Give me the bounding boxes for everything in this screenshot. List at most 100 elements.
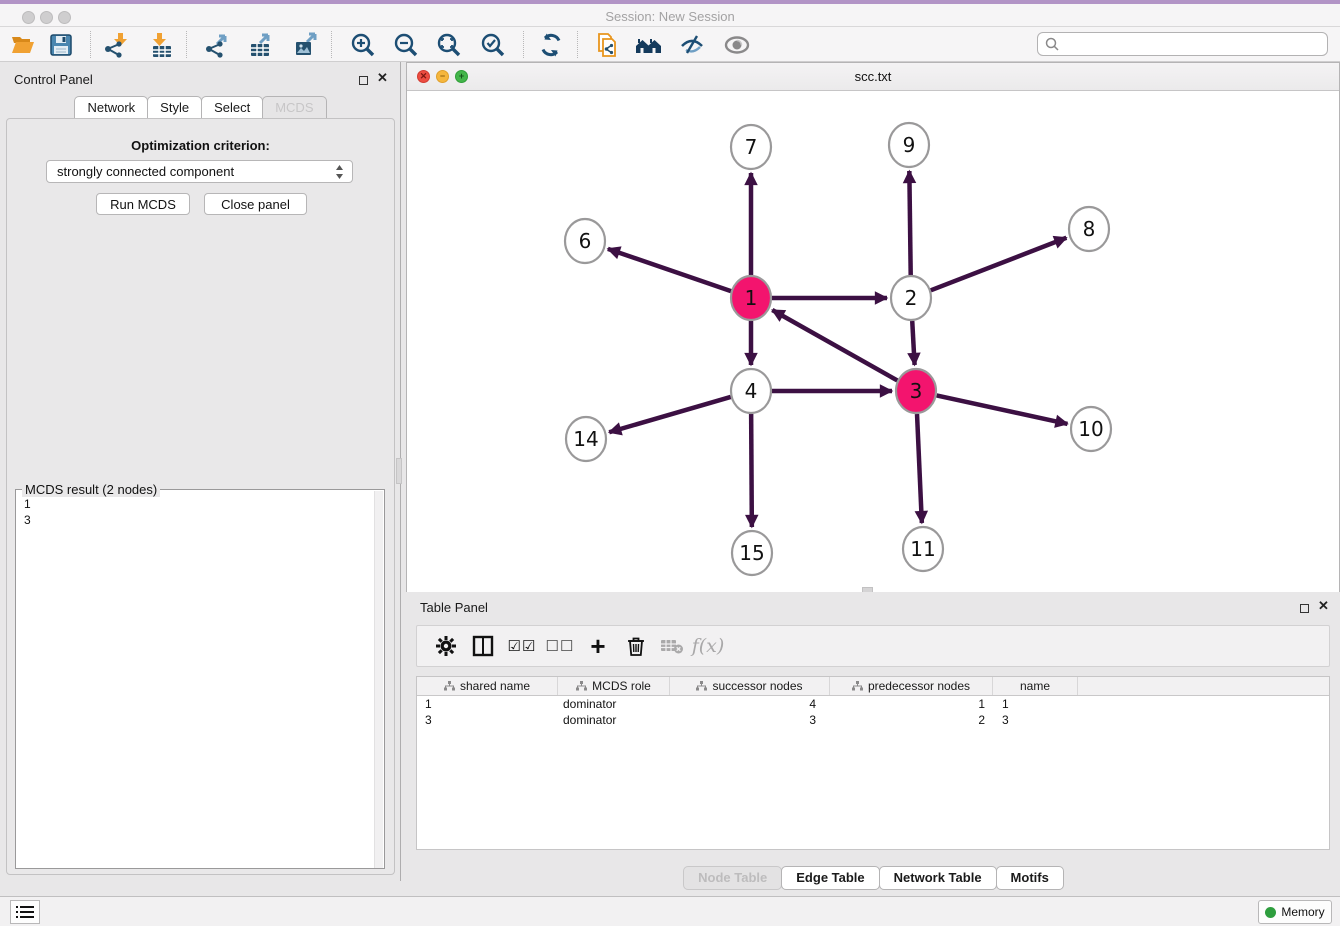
float-table-panel-icon[interactable] (1300, 600, 1309, 618)
window-titlebar: Session: New Session (0, 0, 1340, 27)
panel-resize-grip[interactable] (396, 458, 402, 484)
node-table: shared name MCDS role successor nodes pr… (416, 676, 1330, 850)
graph-edge-1-6[interactable] (608, 249, 731, 291)
clone-network-icon[interactable] (591, 30, 621, 59)
export-table-icon[interactable] (246, 30, 276, 59)
graph-node-6[interactable]: 6 (565, 219, 605, 263)
graph-node-15[interactable]: 15 (732, 531, 772, 575)
toolbar-separator (523, 31, 524, 58)
cell-mcds-role: dominator (558, 696, 670, 712)
close-table-panel-icon[interactable]: ✕ (1318, 598, 1329, 614)
graph-edge-2-9[interactable] (909, 171, 910, 275)
graph-edge-2-8[interactable] (931, 238, 1067, 291)
table-row[interactable]: 1 dominator 4 1 1 (417, 696, 1329, 712)
column-header-name[interactable]: name (993, 677, 1078, 695)
search-input[interactable] (1060, 37, 1327, 51)
column-header-shared-name[interactable]: shared name (417, 677, 558, 695)
zoom-fit-icon[interactable] (434, 30, 464, 59)
column-layout-icon[interactable] (466, 626, 500, 666)
zoom-selected-icon[interactable] (478, 30, 508, 59)
table-row[interactable]: 3 dominator 3 2 3 (417, 712, 1329, 728)
graph-edge-3-11[interactable] (917, 414, 922, 523)
graph-node-10[interactable]: 10 (1071, 407, 1111, 451)
table-panel: Table Panel ✕ ☑☑ ☐☐ + f(x) shared name M (406, 592, 1340, 896)
graph-edge-3-1[interactable] (772, 310, 897, 380)
column-header-predecessor-nodes[interactable]: predecessor nodes (830, 677, 993, 695)
svg-text:4: 4 (745, 379, 758, 403)
graph-node-2[interactable]: 2 (891, 276, 931, 320)
control-panel: Control Panel ✕ Network Style Select MCD… (0, 62, 401, 881)
graph-node-7[interactable]: 7 (731, 125, 771, 169)
delete-table-icon[interactable] (655, 626, 689, 666)
scrollbar[interactable] (374, 491, 383, 868)
refresh-icon[interactable] (536, 30, 566, 59)
memory-button[interactable]: Memory (1258, 900, 1332, 924)
add-column-icon[interactable]: + (581, 626, 615, 666)
toolbar-separator (331, 31, 332, 58)
tab-motifs[interactable]: Motifs (996, 866, 1064, 890)
memory-label: Memory (1281, 905, 1324, 919)
svg-text:8: 8 (1083, 217, 1096, 241)
close-panel-button[interactable]: Close panel (204, 193, 307, 215)
graph-edge-2-3[interactable] (912, 321, 914, 365)
graph-node-11[interactable]: 11 (903, 527, 943, 571)
svg-text:15: 15 (739, 541, 764, 565)
list-icon (16, 905, 34, 919)
run-mcds-button[interactable]: Run MCDS (96, 193, 190, 215)
cell-successor-nodes: 4 (670, 696, 830, 712)
graph-node-14[interactable]: 14 (566, 417, 606, 461)
close-panel-icon[interactable]: ✕ (377, 70, 388, 86)
zoom-out-icon[interactable] (391, 30, 421, 59)
network-canvas[interactable]: 7 9 6 8 1 2 4 3 14 10 15 11 (407, 91, 1339, 592)
delete-icon[interactable] (619, 626, 653, 666)
cell-name: 1 (993, 696, 1078, 712)
cell-successor-nodes: 3 (670, 712, 830, 728)
home-icon[interactable] (634, 30, 664, 59)
graph-node-9[interactable]: 9 (889, 123, 929, 167)
column-header-successor-nodes[interactable]: successor nodes (670, 677, 830, 695)
show-panel-icon[interactable] (722, 30, 752, 59)
graph-node-1[interactable]: 1 (731, 276, 771, 320)
svg-text:14: 14 (573, 427, 598, 451)
graph-edge-4-14[interactable] (609, 397, 731, 432)
optimization-criterion-dropdown[interactable]: strongly connected component (46, 160, 353, 183)
chevron-up-down-icon (335, 164, 344, 183)
mcds-result-text[interactable]: 13 (24, 496, 31, 528)
graph-node-4[interactable]: 4 (731, 369, 771, 413)
float-panel-icon[interactable] (359, 72, 368, 90)
toolbar-separator (90, 31, 91, 58)
graph-edge-3-10[interactable] (937, 395, 1068, 423)
export-network-icon[interactable] (202, 30, 232, 59)
save-session-icon[interactable] (46, 30, 76, 59)
network-view-title: scc.txt (407, 69, 1339, 84)
cell-predecessor-nodes: 2 (830, 712, 993, 728)
tab-edge-table[interactable]: Edge Table (781, 866, 879, 890)
import-table-icon[interactable] (146, 30, 176, 59)
export-image-icon[interactable] (291, 30, 321, 59)
column-header-mcds-role[interactable]: MCDS role (558, 677, 670, 695)
tab-mcds[interactable]: MCDS (262, 96, 326, 119)
deselect-all-icon[interactable]: ☐☐ (543, 626, 577, 666)
graph-node-3[interactable]: 3 (896, 369, 936, 413)
tab-style[interactable]: Style (147, 96, 202, 119)
graph-edge-4-15[interactable] (751, 414, 752, 527)
tab-select[interactable]: Select (201, 96, 263, 119)
function-builder-icon[interactable]: f(x) (691, 626, 725, 666)
open-session-icon[interactable] (8, 30, 38, 59)
zoom-in-icon[interactable] (348, 30, 378, 59)
select-all-icon[interactable]: ☑☑ (505, 626, 539, 666)
task-history-button[interactable] (10, 900, 40, 924)
import-network-icon[interactable] (101, 30, 131, 59)
graph-node-8[interactable]: 8 (1069, 207, 1109, 251)
settings-gear-icon[interactable] (429, 626, 463, 666)
cell-name: 3 (993, 712, 1078, 728)
svg-text:11: 11 (910, 537, 935, 561)
cell-shared-name: 1 (417, 696, 558, 712)
svg-text:3: 3 (910, 379, 923, 403)
network-window-titlebar[interactable]: ✕ − + scc.txt (407, 63, 1339, 91)
tab-network[interactable]: Network (74, 96, 148, 119)
hide-panel-icon[interactable] (677, 30, 707, 59)
tab-node-table[interactable]: Node Table (683, 866, 782, 890)
table-panel-title: Table Panel (420, 600, 488, 615)
tab-network-table[interactable]: Network Table (879, 866, 997, 890)
